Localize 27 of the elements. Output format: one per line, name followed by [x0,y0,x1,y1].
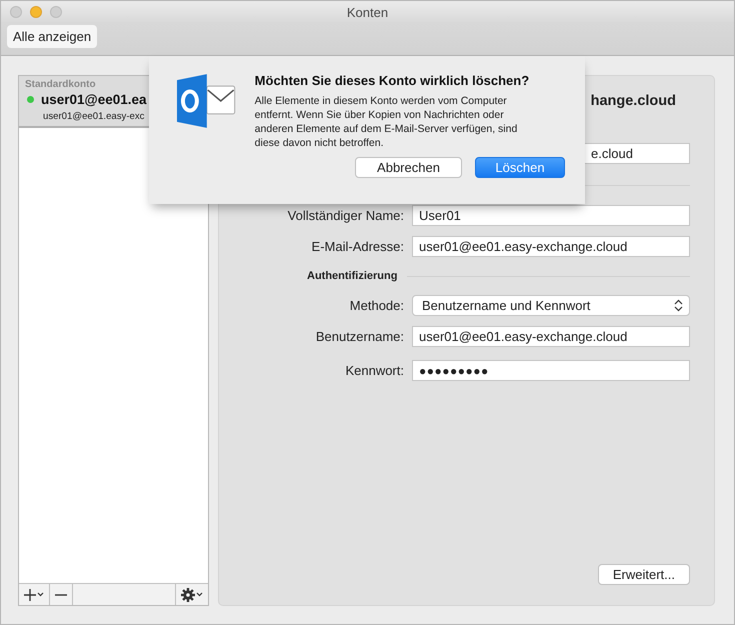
field-label: Kennwort: [344,363,404,378]
minus-icon [55,594,67,596]
field-label: E-Mail-Adresse: [310,239,404,254]
method-select[interactable]: Benutzername und Kennwort [412,295,690,316]
mail-app-icon [175,72,237,130]
plus-icon [23,588,45,602]
gear-icon [180,586,204,602]
window-title: Konten [346,4,390,20]
show-all-button[interactable]: Alle anzeigen [7,25,98,48]
field-label: Vollständiger Name: [286,208,404,223]
section-label: Standardkonto [25,79,97,90]
account-title: hange.cloud [590,93,676,109]
section-heading: Authentifizierung [307,270,398,282]
input-field[interactable]: user01@ee01.easy-exchange.cloud [412,326,690,347]
advanced-button[interactable]: Erweitert... [598,564,690,585]
field-label: Benutzername: [314,329,404,344]
password-field[interactable]: ●●●●●●●●● [412,360,690,381]
stepper-icon [674,299,683,312]
account-field[interactable]: e.cloud [584,143,690,164]
dialog-title: Möchten Sie dieses Konto wirklich löschen? [254,73,530,88]
field-label: Methode: [348,298,404,313]
input-field[interactable]: User01 [412,205,690,226]
account-address: user01@ee01.easy-exc [42,111,146,122]
cancel-button[interactable]: Abbrechen [355,157,462,178]
input-field[interactable]: user01@ee01.easy-exchange.cloud [412,236,690,257]
dialog-message: Alle Elemente in diesem Konto werden vom Computer entfernt. Wenn Sie über Kopien von Nachrichten oder anderen Elemente auf dem E-Mail-Server verfügen, sind diese davon nicht betroffen. [254,94,518,150]
account-name: user01@ee01.ea [41,92,146,107]
